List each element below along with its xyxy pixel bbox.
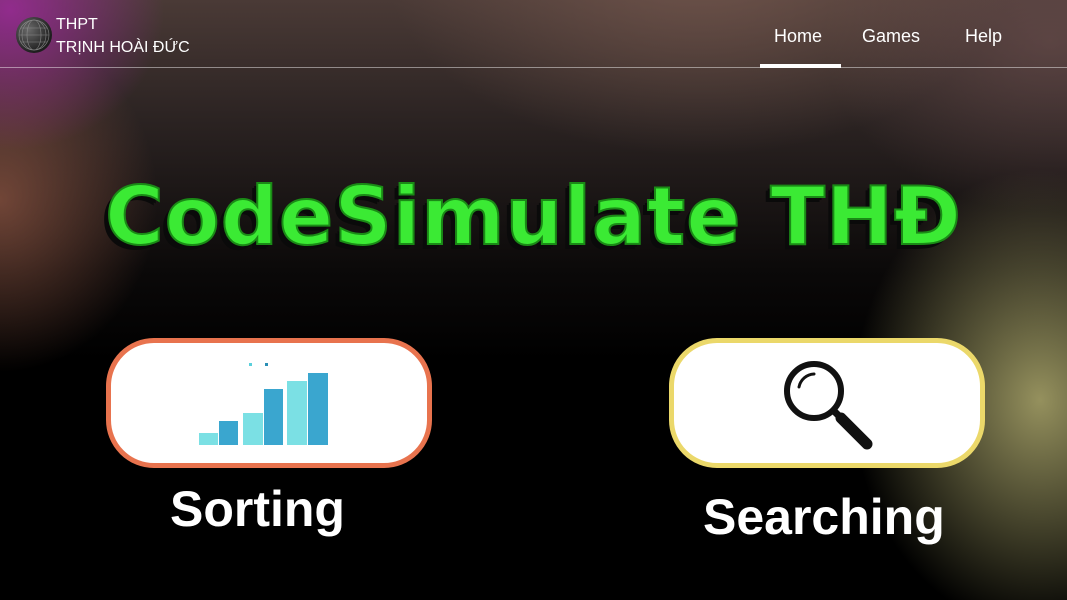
nav-games-link[interactable]: Games bbox=[862, 26, 920, 47]
nav-help-link[interactable]: Help bbox=[965, 26, 1002, 47]
searching-card-button[interactable] bbox=[669, 338, 985, 468]
sorting-card-button[interactable] bbox=[106, 338, 432, 468]
sorting-label[interactable]: Sorting bbox=[170, 480, 345, 538]
bar-chart-icon bbox=[199, 363, 328, 445]
page-title: CodeSimulate THĐ bbox=[104, 169, 962, 264]
searching-label[interactable]: Searching bbox=[703, 488, 945, 546]
top-navigation-bar: THPT TRỊNH HOÀI ĐỨC Home Games Help bbox=[0, 0, 1067, 68]
magnifier-icon bbox=[784, 361, 873, 450]
school-name-line1: THPT bbox=[56, 16, 98, 33]
school-name[interactable]: THPT TRỊNH HOÀI ĐỨC bbox=[56, 13, 190, 59]
school-name-line2: TRỊNH HOÀI ĐỨC bbox=[56, 39, 190, 56]
header-divider bbox=[0, 67, 1067, 68]
school-logo-icon[interactable] bbox=[16, 17, 52, 53]
nav-home-link[interactable]: Home bbox=[774, 26, 822, 47]
